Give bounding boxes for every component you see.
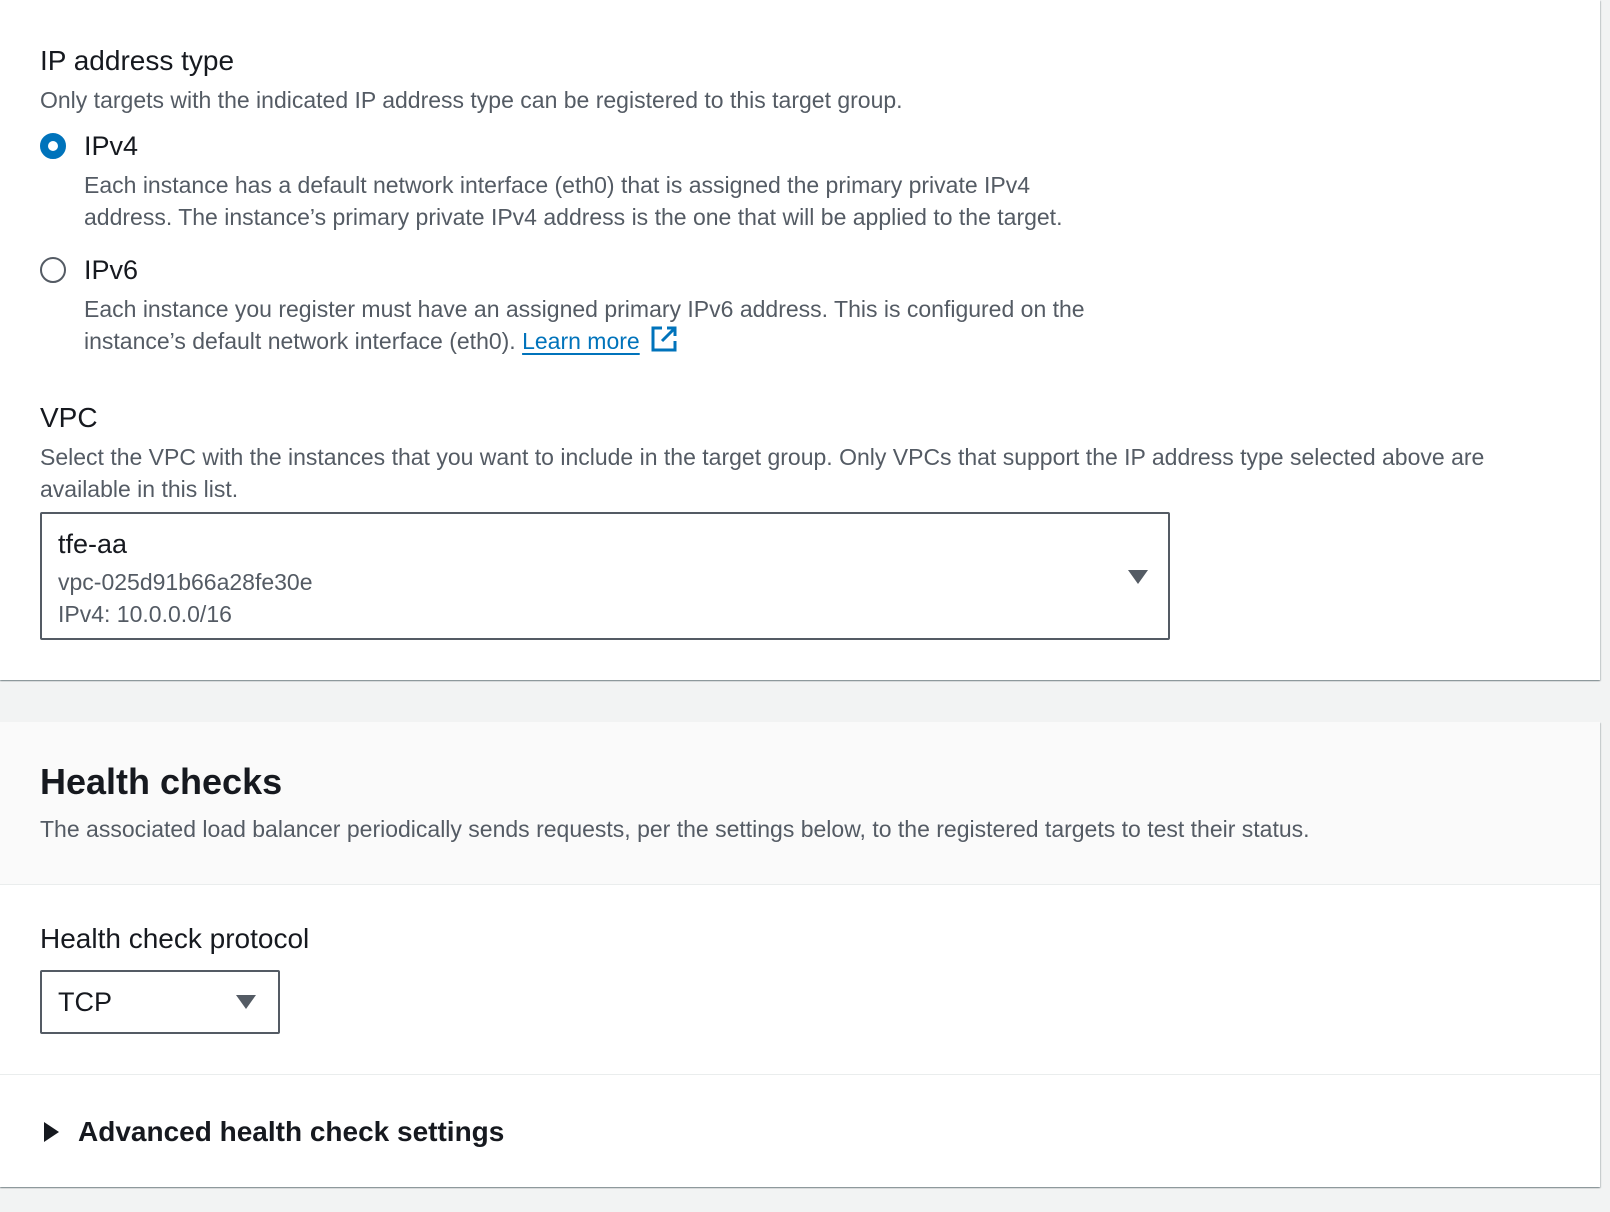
caret-down-icon — [1128, 570, 1148, 584]
health-checks-panel: Health checks The associated load balanc… — [0, 722, 1600, 1187]
target-group-settings-panel: IP address type Only targets with the in… — [0, 0, 1600, 680]
ipv6-description-line2-wrap: instance’s default network interface (et… — [84, 325, 678, 361]
health-check-protocol-value: TCP — [58, 987, 112, 1017]
vpc-selected-id: vpc-025d91b66a28fe30e — [58, 569, 313, 595]
ipv4-description-line2: address. The instance’s primary private … — [84, 204, 1063, 230]
external-link-icon[interactable] — [650, 325, 678, 361]
learn-more-link-text[interactable]: Learn more — [522, 328, 640, 354]
ipv4-option-label[interactable]: IPv4 — [84, 130, 138, 162]
ip-address-type-description: Only targets with the indicated IP addre… — [40, 87, 903, 113]
caret-right-icon[interactable] — [44, 1122, 59, 1142]
health-checks-title: Health checks — [40, 761, 283, 802]
caret-down-icon — [236, 995, 256, 1009]
learn-more-link[interactable]: Learn more — [522, 328, 640, 354]
vpc-description: Select the VPC with the instances that y… — [40, 444, 1485, 502]
health-check-protocol-select[interactable]: TCP — [40, 970, 280, 1034]
advanced-health-check-settings-label[interactable]: Advanced health check settings — [78, 1115, 504, 1149]
vpc-selected-cidr: IPv4: 10.0.0.0/16 — [58, 601, 232, 627]
ipv6-description-line1: Each instance you register must have an … — [84, 296, 1085, 322]
vpc-selected-name: tfe-aa — [58, 529, 128, 559]
ipv6-radio[interactable] — [40, 257, 66, 283]
ipv4-radio[interactable] — [40, 133, 66, 159]
health-checks-description: The associated load balancer periodicall… — [40, 816, 1310, 842]
ipv6-description-line2: instance’s default network interface (et… — [84, 328, 516, 354]
ip-address-type-label: IP address type — [40, 45, 235, 76]
vpc-select[interactable]: tfe-aa vpc-025d91b66a28fe30e IPv4: 10.0.… — [40, 512, 1170, 640]
health-check-protocol-label: Health check protocol — [40, 923, 310, 954]
section-divider — [0, 1074, 1600, 1075]
ipv4-description-line1: Each instance has a default network inte… — [84, 172, 1031, 198]
health-checks-header: Health checks The associated load balanc… — [0, 722, 1600, 885]
vpc-label: VPC — [40, 402, 98, 433]
ipv6-option-label[interactable]: IPv6 — [84, 254, 138, 286]
